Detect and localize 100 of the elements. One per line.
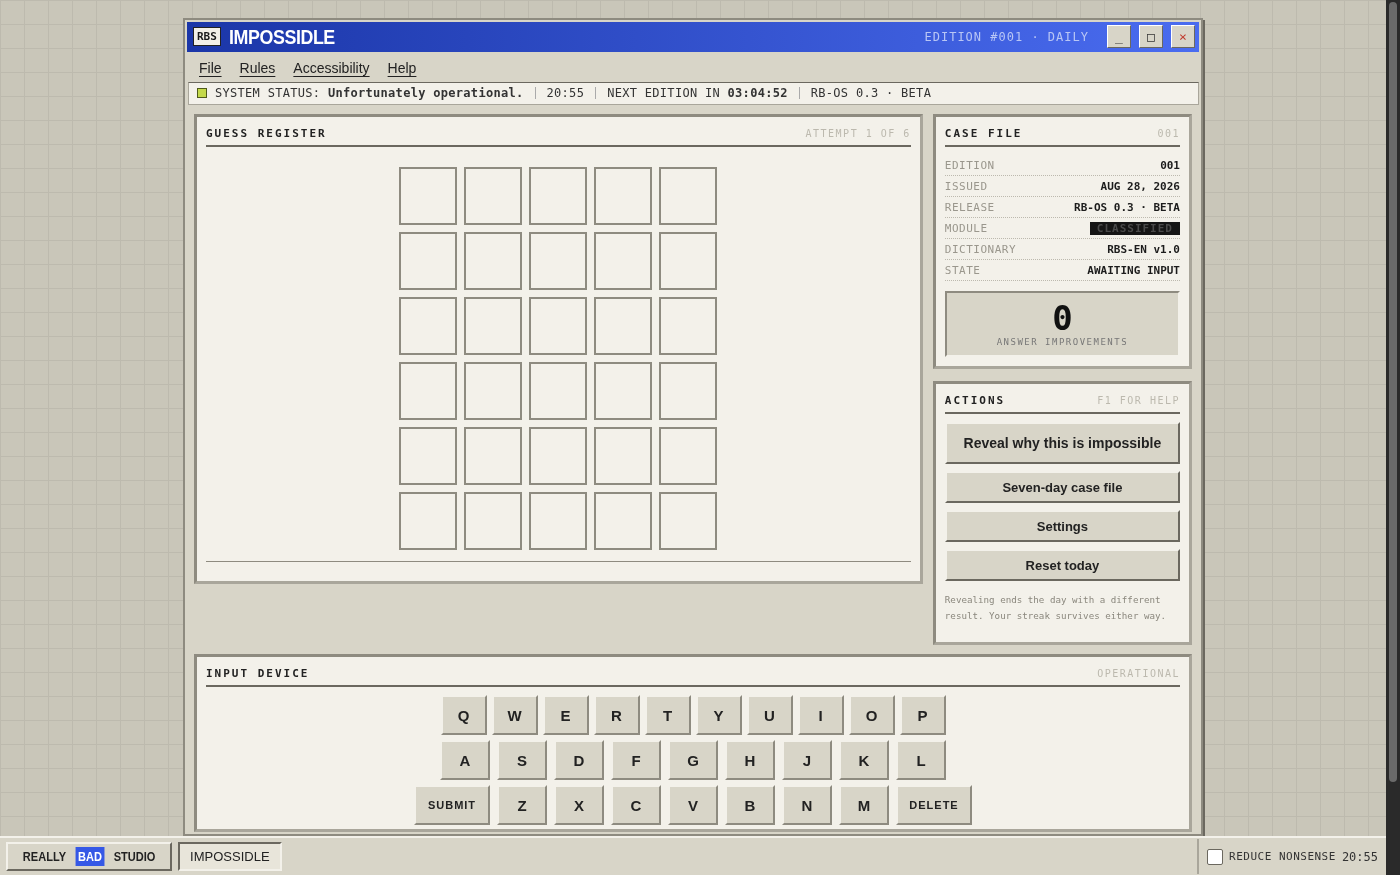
letter-key[interactable]: Y (695, 695, 742, 735)
letter-tile (464, 297, 523, 355)
letter-key[interactable]: G (668, 740, 718, 780)
menu-item[interactable]: Rules (239, 59, 276, 76)
letter-tile (529, 167, 588, 225)
letter-key[interactable]: I (797, 695, 844, 735)
letter-tile (659, 232, 718, 290)
letter-key[interactable]: W (491, 695, 538, 735)
close-button[interactable]: × (1171, 25, 1195, 49)
minimize-button[interactable]: _ (1107, 25, 1131, 49)
menu-item[interactable]: Help (387, 59, 417, 76)
letter-key[interactable]: B (725, 785, 775, 825)
letter-tile (659, 297, 718, 355)
device-status: OPERATIONAL (1097, 668, 1180, 679)
letter-key[interactable]: U (746, 695, 793, 735)
edition-label: EDITION #001 · DAILY (924, 29, 1089, 44)
counter-value: 0 (1052, 301, 1073, 335)
letter-tile (399, 167, 458, 225)
letter-key[interactable]: Z (497, 785, 547, 825)
scrollbar[interactable] (1386, 0, 1400, 875)
action-button[interactable]: Reset today (944, 549, 1180, 581)
letter-tile (594, 427, 653, 485)
letter-key[interactable]: X (554, 785, 604, 825)
menu-item[interactable]: File (199, 59, 222, 76)
letter-key[interactable]: O (848, 695, 895, 735)
letter-tile (594, 362, 653, 420)
maximize-button[interactable]: □ (1139, 25, 1163, 49)
clock: 20:55 (1341, 849, 1378, 864)
field-label: RELEASE (944, 200, 995, 214)
letter-tile (399, 492, 458, 550)
letter-key[interactable]: N (782, 785, 832, 825)
letter-key[interactable]: A (440, 740, 490, 780)
window-title: IMPOSSIDLE (228, 24, 336, 49)
letter-tile (399, 427, 458, 485)
logo: RBS (193, 27, 221, 47)
case-number: 001 (1157, 128, 1180, 139)
letter-key[interactable]: Q (440, 695, 487, 735)
letter-tile (529, 232, 588, 290)
letter-key[interactable]: V (668, 785, 718, 825)
field-label: EDITION (944, 158, 995, 172)
start-button[interactable]: REALLY BAD STUDIO (6, 842, 173, 871)
letter-tile (399, 297, 458, 355)
action-button[interactable]: Settings (944, 510, 1180, 542)
field-label: STATE (944, 263, 981, 277)
next-edition-text: NEXT EDITION IN 03:04:52 (607, 86, 788, 101)
letter-key[interactable]: H (725, 740, 775, 780)
field-label: ISSUED (944, 179, 988, 193)
letter-tile (464, 427, 523, 485)
letter-tile (659, 427, 718, 485)
letter-tile (659, 492, 718, 550)
menu-item[interactable]: Accessibility (293, 59, 370, 76)
help-hint: F1 FOR HELP (1097, 395, 1180, 406)
field-label: MODULE (944, 221, 988, 235)
action-key[interactable]: DELETE (896, 785, 972, 825)
status-text: SYSTEM STATUS: Unfortunately operational. (215, 86, 524, 101)
letter-tile (464, 492, 523, 550)
letter-tile (399, 362, 458, 420)
checkbox[interactable] (1207, 848, 1224, 865)
status-light-icon (197, 88, 207, 99)
scrollbar-thumb[interactable] (1389, 2, 1397, 782)
panel-title: ACTIONS (944, 394, 1006, 407)
letter-tile (529, 362, 588, 420)
letter-key[interactable]: F (611, 740, 661, 780)
taskbar-task[interactable]: IMPOSSIDLE (178, 842, 282, 871)
letter-key[interactable]: C (611, 785, 661, 825)
letter-tile (529, 492, 588, 550)
letter-tile (464, 232, 523, 290)
letter-key[interactable]: P (899, 695, 946, 735)
letter-key[interactable]: M (839, 785, 889, 825)
letter-key[interactable]: R (593, 695, 640, 735)
counter-label: ANSWER IMPROVEMENTS (996, 337, 1129, 347)
panel-title: CASE FILE (944, 127, 1023, 140)
letter-key[interactable]: D (554, 740, 604, 780)
letter-key[interactable]: K (839, 740, 889, 780)
field-value: 001 (1160, 158, 1180, 172)
action-button[interactable]: Seven-day case file (944, 471, 1180, 503)
letter-tile (659, 167, 718, 225)
action-key[interactable]: SUBMIT (414, 785, 490, 825)
letter-key[interactable]: J (782, 740, 832, 780)
note-text: Revealing ends the day with a different result. Your streak survives either way. (944, 593, 1168, 623)
letter-tile (659, 362, 718, 420)
letter-tile (464, 167, 523, 225)
letter-key[interactable]: S (497, 740, 547, 780)
checkbox-label[interactable]: REDUCE NONSENSE (1229, 850, 1336, 863)
status-time: 20:55 (546, 86, 585, 101)
letter-key[interactable]: T (644, 695, 691, 735)
letter-tile (594, 167, 653, 225)
panel-title: GUESS REGISTER (206, 127, 327, 140)
field-label: DICTIONARY (944, 242, 1017, 256)
field-value: RB-OS 0.3 · BETA (1074, 200, 1180, 214)
letter-tile (529, 427, 588, 485)
field-value: AWAITING INPUT (1087, 263, 1180, 277)
field-value: AUG 28, 2026 (1100, 179, 1180, 193)
letter-tile (594, 232, 653, 290)
letter-key[interactable]: E (542, 695, 589, 735)
action-button[interactable]: Reveal why this is impossible (944, 422, 1180, 464)
letter-key[interactable]: L (896, 740, 946, 780)
version-text: RB-OS 0.3 · BETA (810, 86, 932, 101)
attempt-counter: ATTEMPT 1 OF 6 (805, 128, 911, 139)
letter-tile (594, 297, 653, 355)
